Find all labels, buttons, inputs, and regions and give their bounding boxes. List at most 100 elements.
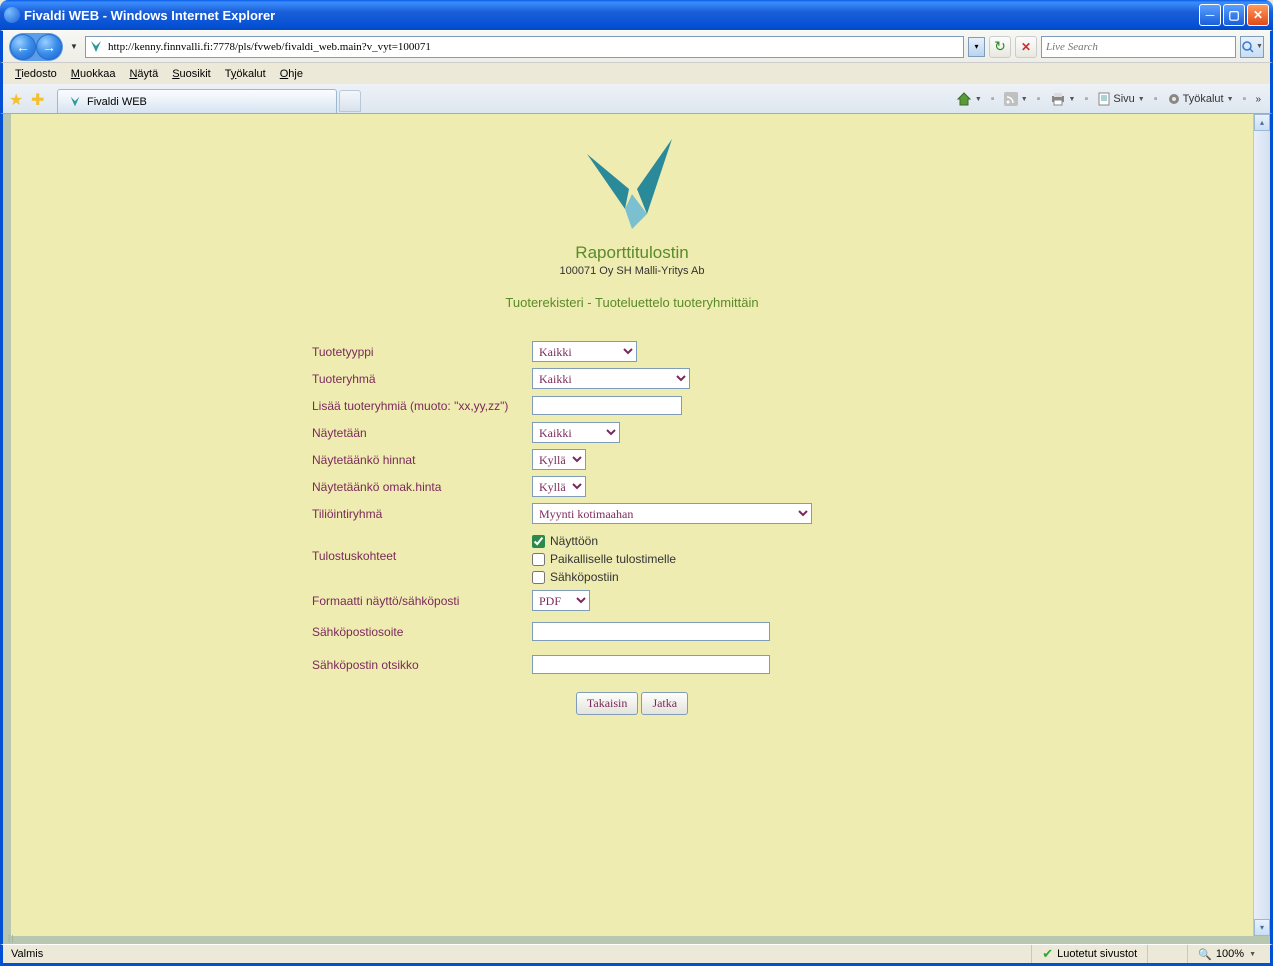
print-icon [1050, 92, 1066, 106]
tilioryhma-select[interactable]: Myynti kotimaahan [532, 503, 812, 524]
address-dropdown[interactable]: ▾ [968, 37, 985, 57]
new-tab-button[interactable] [339, 90, 361, 112]
search-input[interactable] [1042, 41, 1235, 53]
company-name: 100071 Oy SH Malli-Yritys Ab [41, 265, 1223, 277]
trusted-sites[interactable]: ✔ Luotetut sivustot [1031, 945, 1147, 963]
fivaldi-logo [577, 134, 687, 234]
report-form: Tuotetyyppi Kaikki Tuoteryhmä Kaikki Lis… [312, 338, 952, 715]
trusted-label: Luotetut sivustot [1057, 948, 1137, 960]
chk-nayttoon[interactable] [532, 535, 545, 548]
ie-icon [4, 7, 20, 23]
stop-button[interactable]: ✕ [1015, 36, 1037, 58]
tuotetyyppi-label: Tuotetyyppi [312, 345, 532, 359]
minimize-button[interactable]: ─ [1199, 4, 1221, 26]
menu-bar: Tiedosto Muokkaa Näytä Suosikit Työkalut… [0, 63, 1273, 84]
omak-label: Näytetäänkö omak.hinta [312, 480, 532, 494]
zoom-control[interactable]: 🔍 100% ▼ [1187, 945, 1266, 963]
zoom-icon: 🔍 [1198, 948, 1212, 961]
menu-view-label: äytä [137, 68, 158, 80]
email-input[interactable] [532, 622, 770, 641]
refresh-button[interactable]: ↻ [989, 36, 1011, 58]
omak-select[interactable]: Kyllä [532, 476, 586, 497]
rss-icon [1004, 92, 1018, 106]
chk-paikallis[interactable] [532, 553, 545, 566]
menu-favorites[interactable]: Suosikit [166, 66, 217, 82]
tuotetyyppi-select[interactable]: Kaikki [532, 341, 637, 362]
checkmark-icon: ✔ [1042, 946, 1053, 962]
tab-label: Fivaldi WEB [87, 96, 147, 108]
page-content: Raporttitulostin 100071 Oy SH Malli-Yrit… [11, 114, 1253, 936]
menu-help[interactable]: Ohje [274, 66, 309, 82]
status-bar: Valmis ✔ Luotetut sivustot 🔍 100% ▼ [0, 944, 1273, 966]
lisaa-input[interactable] [532, 396, 682, 415]
window-titlebar: Fivaldi WEB - Windows Internet Explorer … [0, 0, 1273, 30]
hinnat-label: Näytetäänkö hinnat [312, 453, 532, 467]
tab-favicon [68, 95, 82, 109]
close-button[interactable]: ✕ [1247, 4, 1269, 26]
chk-sahko[interactable] [532, 571, 545, 584]
status-text: Valmis [7, 948, 1031, 960]
history-dropdown[interactable]: ▼ [67, 42, 81, 51]
browser-tab[interactable]: Fivaldi WEB [57, 89, 337, 113]
page-subtitle: Tuoterekisteri - Tuoteluettelo tuoteryhm… [41, 295, 1223, 310]
app-title: Raporttitulostin [41, 243, 1223, 263]
otsikko-input[interactable] [532, 655, 770, 674]
chk-sahko-label: Sähköpostiin [550, 570, 619, 584]
naytetaan-label: Näytetään [312, 426, 532, 440]
expand-button[interactable]: » [1252, 92, 1264, 107]
status-spacer [1147, 945, 1187, 963]
zoom-value: 100% [1216, 948, 1244, 960]
hinnat-select[interactable]: Kyllä [532, 449, 586, 470]
tilioryhma-label: Tiliöintiryhmä [312, 507, 532, 521]
lisaa-label: Lisää tuoteryhmiä (muoto: "xx,yy,zz") [312, 399, 532, 413]
page-menu[interactable]: Sivu ▼ [1094, 90, 1147, 108]
chk-nayttoon-row[interactable]: Näyttöön [532, 534, 952, 548]
chk-paikallis-row[interactable]: Paikalliselle tulostimelle [532, 552, 952, 566]
magnifier-icon [1241, 40, 1255, 54]
scroll-up-button[interactable]: ▴ [1254, 114, 1270, 131]
chk-nayttoon-label: Näyttöön [550, 534, 598, 548]
tab-bar: ★ ✚ Fivaldi WEB ▼ ▪ ▼ ▪ ▼ ▪ [0, 84, 1273, 114]
search-box[interactable] [1041, 36, 1236, 58]
forward-button[interactable]: → [36, 34, 62, 60]
search-button[interactable]: ▼ [1240, 36, 1264, 58]
tulostus-label: Tulostuskohteet [312, 531, 532, 563]
tuoteryhma-select[interactable]: Kaikki [532, 368, 690, 389]
back-button[interactable]: ← [10, 34, 36, 60]
resize-bar[interactable] [0, 936, 1273, 944]
formaatti-select[interactable]: PDF [532, 590, 590, 611]
formaatti-label: Formaatti näyttö/sähköposti [312, 594, 532, 608]
favorites-icon[interactable]: ★ [9, 90, 27, 108]
menu-view[interactable]: Näytä [123, 66, 164, 82]
naytetaan-select[interactable]: Kaikki [532, 422, 620, 443]
menu-fav-label: uosikit [180, 68, 211, 80]
menu-tools-label: ökalut [236, 68, 265, 80]
left-gutter [3, 114, 11, 936]
scroll-down-button[interactable]: ▾ [1254, 919, 1270, 936]
chk-paikallis-label: Paikalliselle tulostimelle [550, 552, 676, 566]
menu-file[interactable]: Tiedosto [9, 66, 63, 82]
menu-edit-label: uokkaa [80, 68, 115, 80]
menu-tools[interactable]: Työkalut [219, 66, 272, 82]
tuoteryhma-label: Tuoteryhmä [312, 372, 532, 386]
print-button[interactable]: ▼ [1047, 90, 1079, 108]
address-bar[interactable] [85, 36, 964, 58]
home-button[interactable]: ▼ [953, 89, 985, 109]
vertical-scrollbar[interactable]: ▴ ▾ [1253, 114, 1270, 936]
menu-help-label: hje [288, 68, 303, 80]
continue-button[interactable]: Jatka [641, 692, 688, 715]
page-menu-label: Sivu [1113, 93, 1134, 105]
navigation-bar: ← → ▼ ▾ ↻ ✕ ▼ [0, 30, 1273, 63]
add-favorite-icon[interactable]: ✚ [31, 90, 49, 108]
menu-file-label: iedosto [21, 68, 56, 80]
email-label: Sähköpostiosoite [312, 625, 532, 639]
tools-menu-label: Työkalut [1183, 93, 1224, 105]
tools-menu[interactable]: Työkalut ▼ [1164, 90, 1237, 108]
page-favicon [88, 39, 104, 55]
menu-edit[interactable]: Muokkaa [65, 66, 122, 82]
url-input[interactable] [108, 41, 961, 53]
chk-sahko-row[interactable]: Sähköpostiin [532, 570, 952, 584]
feeds-button[interactable]: ▼ [1001, 90, 1031, 108]
back-button-form[interactable]: Takaisin [576, 692, 638, 715]
maximize-button[interactable]: ▢ [1223, 4, 1245, 26]
